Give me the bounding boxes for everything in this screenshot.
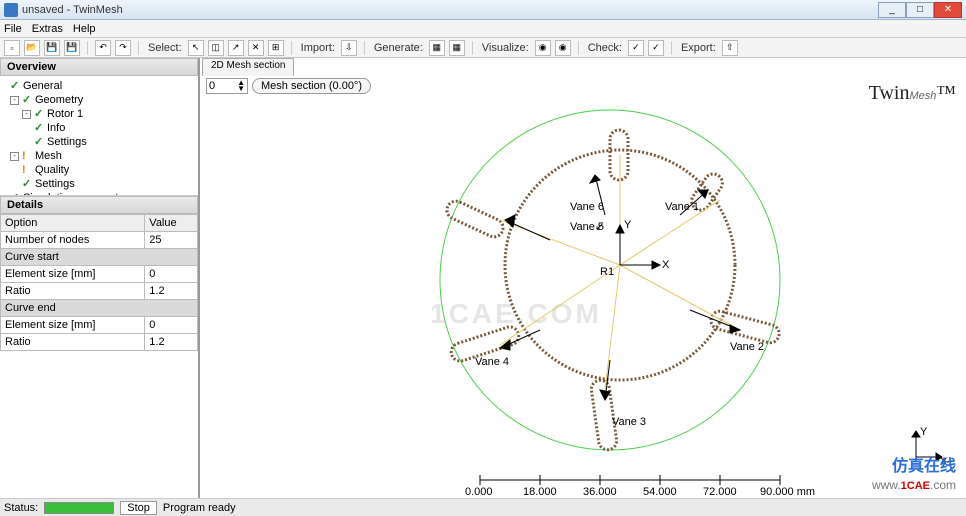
new-icon[interactable]: ▫ xyxy=(4,40,20,56)
redo-icon[interactable]: ↷ xyxy=(115,40,131,56)
undo-icon[interactable]: ↶ xyxy=(95,40,111,56)
table-row[interactable]: Ratio1.2 xyxy=(1,334,198,351)
menu-file[interactable]: File xyxy=(4,23,22,35)
svg-text:Y: Y xyxy=(624,219,632,231)
status-label: Status: xyxy=(4,502,38,514)
svg-text:72.000: 72.000 xyxy=(703,486,737,498)
svg-text:0.000: 0.000 xyxy=(465,486,493,498)
stop-button[interactable]: Stop xyxy=(120,501,157,515)
tree-icon[interactable]: ⊞ xyxy=(268,40,284,56)
tree-item[interactable]: -!Mesh xyxy=(4,149,194,163)
status-message: Program ready xyxy=(163,502,236,514)
tab-2d-mesh[interactable]: 2D Mesh section xyxy=(202,58,294,76)
progress-bar xyxy=(44,502,114,514)
tree-item[interactable]: -✓Rotor 1 xyxy=(4,107,194,121)
svg-text:R1: R1 xyxy=(600,266,614,278)
svg-text:Vane 1: Vane 1 xyxy=(665,201,699,213)
app-icon xyxy=(4,3,18,17)
toolbar: ▫ 📂 💾 💾 ↶ ↷ Select: ↖ ◫ ↗ ✕ ⊞ Import: ⇩ … xyxy=(0,38,966,58)
details-header: Details xyxy=(0,196,198,214)
import-label: Import: xyxy=(301,42,335,54)
vis2-icon[interactable]: ◉ xyxy=(555,40,571,56)
tree-item[interactable]: ✓Settings xyxy=(4,135,194,149)
table-row[interactable]: Curve end xyxy=(1,300,198,317)
saveas-icon[interactable]: 💾 xyxy=(64,40,80,56)
visualize-label: Visualize: xyxy=(482,42,529,54)
overview-tree[interactable]: ✓General-✓Geometry-✓Rotor 1✓Info✓Setting… xyxy=(0,76,198,196)
check-label: Check: xyxy=(588,42,622,54)
svg-text:36.000: 36.000 xyxy=(583,486,617,498)
menu-help[interactable]: Help xyxy=(73,23,96,35)
table-row[interactable]: Number of nodes25 xyxy=(1,232,198,249)
svg-text:Vane 3: Vane 3 xyxy=(612,416,646,428)
tree-item[interactable]: -✓Geometry xyxy=(4,93,194,107)
tree-item[interactable]: ✓Info xyxy=(4,121,194,135)
status-bar: Status: Stop Program ready xyxy=(0,498,966,516)
table-row[interactable]: Element size [mm]0 xyxy=(1,266,198,283)
url-watermark: www.1CAE.com xyxy=(872,478,956,492)
svg-text:Vane 5: Vane 5 xyxy=(570,221,604,233)
left-panel: Overview ✓General-✓Geometry-✓Rotor 1✓Inf… xyxy=(0,58,200,498)
open-icon[interactable]: 📂 xyxy=(24,40,40,56)
svg-text:X: X xyxy=(662,259,670,271)
mesh-plot: ↙ Vane 5 Vane 6 Vane 1 Vane 2 Vane 3 Van… xyxy=(200,80,960,500)
clear-icon[interactable]: ✕ xyxy=(248,40,264,56)
gen2-icon[interactable]: ▦ xyxy=(449,40,465,56)
close-button[interactable]: ✕ xyxy=(934,2,962,18)
save-icon[interactable]: 💾 xyxy=(44,40,60,56)
title-bar: unsaved - TwinMesh _ □ ✕ xyxy=(0,0,966,20)
cn-watermark: 仿真在线 xyxy=(892,452,956,476)
details-table: OptionValue Number of nodes25Curve start… xyxy=(0,214,198,351)
tree-item[interactable]: ✓Settings xyxy=(4,177,194,191)
svg-text:Vane 4: Vane 4 xyxy=(475,356,509,368)
svg-text:18.000: 18.000 xyxy=(523,486,557,498)
svg-text:54.000: 54.000 xyxy=(643,486,677,498)
select-label: Select: xyxy=(148,42,182,54)
check2-icon[interactable]: ✓ xyxy=(648,40,664,56)
lasso-icon[interactable]: ◫ xyxy=(208,40,224,56)
maximize-button[interactable]: □ xyxy=(906,2,934,18)
table-row[interactable]: Curve start xyxy=(1,249,198,266)
window-title: unsaved - TwinMesh xyxy=(22,4,878,16)
table-row[interactable]: Element size [mm]0 xyxy=(1,317,198,334)
gen1-icon[interactable]: ▦ xyxy=(429,40,445,56)
menu-extras[interactable]: Extras xyxy=(32,23,63,35)
export-label: Export: xyxy=(681,42,716,54)
svg-text:Vane 2: Vane 2 xyxy=(730,341,764,353)
export-icon[interactable]: ⇧ xyxy=(722,40,738,56)
tree-item[interactable]: ✓General xyxy=(4,79,194,93)
vis1-icon[interactable]: ◉ xyxy=(535,40,551,56)
minimize-button[interactable]: _ xyxy=(878,2,906,18)
pointer-icon[interactable]: ↖ xyxy=(188,40,204,56)
menu-bar: File Extras Help xyxy=(0,20,966,38)
import-icon[interactable]: ⇩ xyxy=(341,40,357,56)
svg-text:Vane 6: Vane 6 xyxy=(570,201,604,213)
th-option: Option xyxy=(1,215,145,232)
generate-label: Generate: xyxy=(374,42,423,54)
canvas-area[interactable]: 2D Mesh section 0▲▼ Mesh section (0.00°)… xyxy=(200,58,966,498)
overview-header: Overview xyxy=(0,58,198,76)
check1-icon[interactable]: ✓ xyxy=(628,40,644,56)
svg-text:90.000 mm: 90.000 mm xyxy=(760,486,815,498)
svg-text:Y: Y xyxy=(920,426,928,438)
th-value: Value xyxy=(145,215,198,232)
edge-icon[interactable]: ↗ xyxy=(228,40,244,56)
table-row[interactable]: Ratio1.2 xyxy=(1,283,198,300)
tree-item[interactable]: !Quality xyxy=(4,163,194,177)
